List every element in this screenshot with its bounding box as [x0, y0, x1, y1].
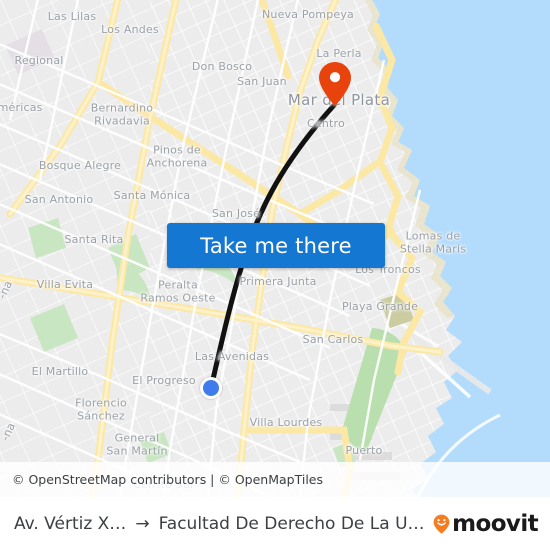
- moovit-logo[interactable]: moovit: [433, 511, 539, 537]
- take-me-there-button[interactable]: Take me there: [167, 223, 385, 268]
- moovit-pin-icon: [433, 514, 450, 534]
- map-canvas[interactable]: Las Lilas Los Andes Nueva Pompeya Regional D…: [0, 0, 550, 497]
- moovit-map-screen: Las Lilas Los Andes Nueva Pompeya Regional D…: [0, 0, 550, 550]
- trip-destination-label: Facultad De Derecho De La Universid…: [158, 514, 426, 534]
- bottom-bar: Av. Vértiz X… → Facultad De Derecho De L…: [0, 497, 550, 550]
- arrow-right-icon: →: [135, 514, 150, 534]
- map-attribution-bar: © OpenStreetMap contributors | © OpenMap…: [0, 462, 550, 497]
- trip-summary[interactable]: Av. Vértiz X… → Facultad De Derecho De L…: [14, 514, 425, 534]
- take-me-there-label: Take me there: [200, 233, 352, 258]
- moovit-wordmark: moovit: [452, 511, 538, 537]
- map-attribution-text: © OpenStreetMap contributors | © OpenMap…: [12, 472, 324, 487]
- trip-origin-label: Av. Vértiz X…: [14, 514, 127, 534]
